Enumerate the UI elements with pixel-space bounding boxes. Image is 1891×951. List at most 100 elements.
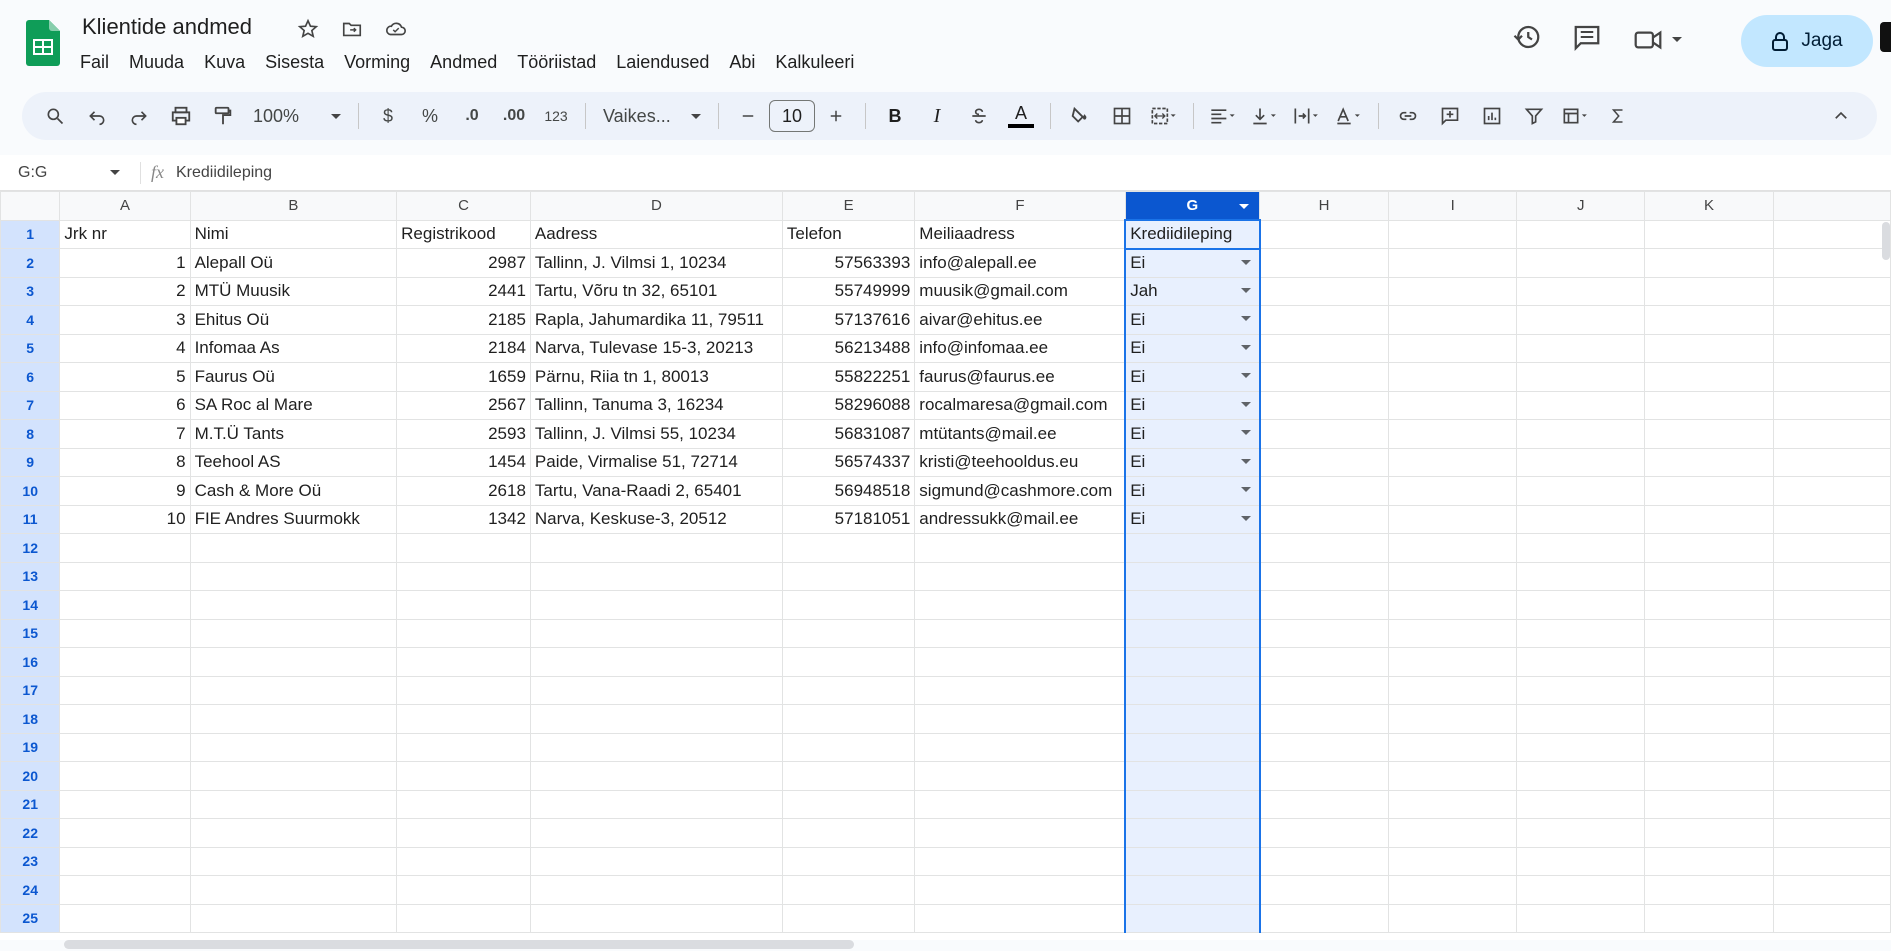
cell[interactable] xyxy=(396,789,531,819)
cell[interactable] xyxy=(1259,248,1389,278)
dropdown-cell[interactable]: Ei xyxy=(1124,305,1261,335)
cell[interactable]: M.T.Ü Tants xyxy=(189,419,398,449)
cell[interactable] xyxy=(1259,903,1389,933)
paint-format-icon[interactable] xyxy=(205,98,241,134)
cell[interactable] xyxy=(1644,903,1774,933)
cell[interactable]: Narva, Keskuse-3, 20512 xyxy=(529,504,783,534)
cell[interactable] xyxy=(396,618,531,648)
menu-data[interactable]: Andmed xyxy=(420,48,507,77)
cell[interactable] xyxy=(189,761,398,791)
column-header-h[interactable]: H xyxy=(1259,191,1389,221)
increase-decimal-button[interactable]: .00 xyxy=(496,98,532,134)
cell[interactable] xyxy=(189,590,398,620)
strikethrough-icon[interactable] xyxy=(961,98,997,134)
horizontal-align-icon[interactable] xyxy=(1205,98,1241,134)
row-header[interactable]: 13 xyxy=(0,561,61,591)
cell[interactable] xyxy=(1387,846,1518,876)
row-header[interactable]: 8 xyxy=(0,419,61,449)
cell[interactable] xyxy=(1387,305,1518,335)
cell[interactable] xyxy=(1772,618,1891,648)
cell[interactable]: 6 xyxy=(59,390,191,420)
cell[interactable] xyxy=(1516,476,1646,506)
cell[interactable] xyxy=(1644,561,1774,591)
cell[interactable] xyxy=(1644,419,1774,449)
cell[interactable] xyxy=(529,761,783,791)
menu-tools[interactable]: Tööriistad xyxy=(507,48,606,77)
cell[interactable] xyxy=(781,675,916,705)
cell[interactable]: 1 xyxy=(59,248,191,278)
collapse-toolbar-icon[interactable] xyxy=(1823,98,1859,134)
cell[interactable]: kristi@teehooldus.eu xyxy=(914,447,1126,477)
cell[interactable] xyxy=(1259,362,1389,392)
cell[interactable]: Pärnu, Riia tn 1, 80013 xyxy=(529,362,783,392)
cell[interactable] xyxy=(396,761,531,791)
cell[interactable] xyxy=(189,818,398,848)
column-menu-chevron-icon[interactable] xyxy=(1239,204,1250,209)
cell[interactable] xyxy=(1259,305,1389,335)
decrease-decimal-button[interactable]: .0 xyxy=(454,98,490,134)
cell[interactable]: 1342 xyxy=(396,504,531,534)
cell[interactable] xyxy=(1124,647,1261,677)
cell[interactable]: 2184 xyxy=(396,333,531,363)
undo-icon[interactable] xyxy=(79,98,115,134)
row-header[interactable]: 16 xyxy=(0,647,61,677)
dropdown-chevron-icon[interactable] xyxy=(1240,373,1251,378)
cell[interactable] xyxy=(396,903,531,933)
cell[interactable] xyxy=(1644,305,1774,335)
cell[interactable] xyxy=(1516,390,1646,420)
cell[interactable] xyxy=(1516,704,1646,734)
cell[interactable] xyxy=(1644,362,1774,392)
cell[interactable]: 4 xyxy=(59,333,191,363)
cell[interactable] xyxy=(59,533,191,563)
cell[interactable] xyxy=(1259,590,1389,620)
cell[interactable] xyxy=(1124,533,1261,563)
cell[interactable] xyxy=(1259,704,1389,734)
cell[interactable] xyxy=(1259,276,1389,306)
cell[interactable]: info@alepall.ee xyxy=(914,248,1126,278)
cell[interactable] xyxy=(914,647,1126,677)
menu-format[interactable]: Vorming xyxy=(334,48,420,77)
dropdown-chevron-icon[interactable] xyxy=(1240,487,1251,492)
cell[interactable] xyxy=(914,846,1126,876)
cell[interactable] xyxy=(1259,561,1389,591)
cell[interactable] xyxy=(781,647,916,677)
cell[interactable] xyxy=(1516,219,1646,249)
cell[interactable] xyxy=(1387,789,1518,819)
cell[interactable] xyxy=(1124,875,1261,905)
cell[interactable]: Jrk nr xyxy=(59,219,191,249)
cell[interactable] xyxy=(914,875,1126,905)
cloud-status-icon[interactable] xyxy=(383,16,409,42)
row-header[interactable]: 20 xyxy=(0,761,61,791)
cell[interactable] xyxy=(189,903,398,933)
menu-extensions[interactable]: Laiendused xyxy=(606,48,719,77)
cell[interactable] xyxy=(529,704,783,734)
cell[interactable] xyxy=(1387,276,1518,306)
cell[interactable] xyxy=(1124,789,1261,819)
cell[interactable]: 2185 xyxy=(396,305,531,335)
cell[interactable]: 56213488 xyxy=(781,333,916,363)
merge-cells-icon[interactable] xyxy=(1146,98,1182,134)
dropdown-chevron-icon[interactable] xyxy=(1240,458,1251,464)
filter-views-icon[interactable] xyxy=(1558,98,1594,134)
cell[interactable] xyxy=(59,818,191,848)
cell[interactable] xyxy=(1387,818,1518,848)
row-header[interactable]: 14 xyxy=(0,590,61,620)
dropdown-cell[interactable]: Ei xyxy=(1124,447,1261,477)
cell[interactable] xyxy=(1644,219,1774,249)
cell[interactable] xyxy=(1124,561,1261,591)
row-header[interactable]: 12 xyxy=(0,533,61,563)
cell[interactable] xyxy=(529,875,783,905)
cell[interactable] xyxy=(59,846,191,876)
cell[interactable] xyxy=(914,789,1126,819)
cell[interactable] xyxy=(1387,704,1518,734)
dropdown-cell[interactable]: Ei xyxy=(1124,362,1261,392)
cell[interactable] xyxy=(1124,732,1261,762)
cell[interactable]: 56574337 xyxy=(781,447,916,477)
menu-help[interactable]: Abi xyxy=(719,48,765,77)
zoom-select[interactable]: 100% xyxy=(247,98,347,134)
percent-format-button[interactable]: % xyxy=(412,98,448,134)
cell[interactable] xyxy=(189,846,398,876)
cell[interactable] xyxy=(1644,875,1774,905)
cell[interactable] xyxy=(1259,618,1389,648)
cell[interactable] xyxy=(1259,647,1389,677)
